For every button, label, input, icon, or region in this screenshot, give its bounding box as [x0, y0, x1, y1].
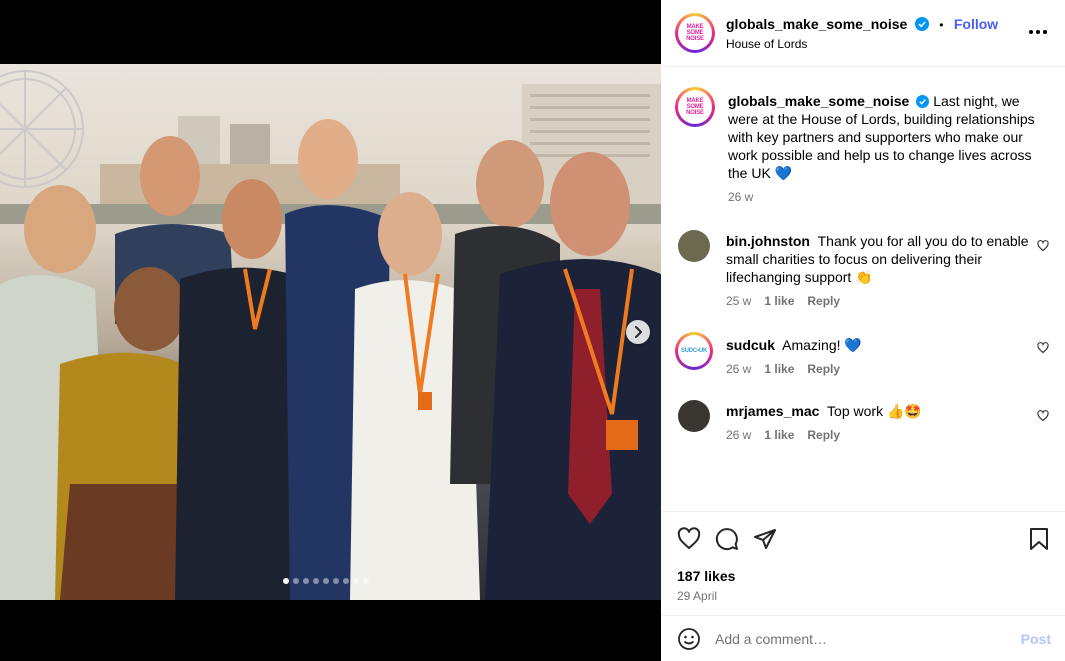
- commenter-avatar[interactable]: SUDC•UK: [675, 332, 713, 370]
- comment-row: mrjames_mac Top work 👍🤩 26 w 1 like Repl…: [675, 400, 1049, 444]
- caption-avatar-logo: MAKE SOME NOISE: [678, 90, 712, 124]
- heart-icon[interactable]: [1037, 410, 1049, 422]
- chevron-right-icon: [635, 326, 642, 338]
- carousel-dot: [303, 578, 309, 584]
- share-button[interactable]: [753, 527, 777, 551]
- comment-composer: Post: [661, 615, 1065, 661]
- carousel-dot: [343, 578, 349, 584]
- post-date: 29 April: [677, 589, 718, 603]
- emoji-icon[interactable]: [677, 627, 701, 651]
- post-actions: 187 likes 29 April: [661, 511, 1065, 603]
- heart-icon[interactable]: [1037, 342, 1049, 354]
- heart-icon[interactable]: [1037, 240, 1049, 252]
- carousel-dot: [353, 578, 359, 584]
- author-avatar-logo: MAKE SOME NOISE: [678, 16, 712, 50]
- next-slide-button[interactable]: [626, 320, 650, 344]
- comment-text: Top work 👍🤩: [827, 403, 922, 419]
- carousel-dot: [323, 578, 329, 584]
- follow-button[interactable]: Follow: [954, 16, 998, 32]
- comment-likes[interactable]: 1 like: [764, 426, 794, 444]
- comment-row: bin.johnston Thank you for all you do to…: [675, 230, 1049, 310]
- post-comment-button[interactable]: Post: [1021, 631, 1051, 647]
- comment-age: 25 w: [726, 294, 752, 308]
- bookmark-icon: [1030, 528, 1048, 550]
- caption-username[interactable]: globals_make_some_noise: [728, 93, 909, 109]
- like-button[interactable]: [677, 527, 701, 551]
- comment-username[interactable]: sudcuk: [726, 337, 775, 353]
- comment-icon: [715, 528, 738, 551]
- commenter-avatar[interactable]: [678, 230, 710, 262]
- verified-icon: [916, 95, 930, 108]
- reply-button[interactable]: Reply: [807, 292, 840, 310]
- header-separator: •: [939, 17, 944, 32]
- carousel-dot: [333, 578, 339, 584]
- caption-avatar[interactable]: MAKE SOME NOISE: [675, 87, 715, 127]
- comment-button[interactable]: [715, 527, 739, 551]
- comment-text: Amazing! 💙: [782, 337, 862, 353]
- post-side-panel: MAKE SOME NOISE globals_make_some_noise …: [661, 0, 1065, 661]
- post-header: MAKE SOME NOISE globals_make_some_noise …: [661, 0, 1065, 67]
- post-location[interactable]: House of Lords: [726, 37, 998, 51]
- caption-age: 26 w: [728, 190, 754, 204]
- carousel-indicator: [283, 578, 369, 584]
- comment-row: SUDC•UK sudcuk Amazing! 💙 26 w 1 like Re…: [675, 332, 1049, 378]
- comment-likes[interactable]: 1 like: [764, 360, 794, 378]
- like-count[interactable]: 187 likes: [677, 568, 1049, 584]
- author-username[interactable]: globals_make_some_noise: [726, 16, 907, 32]
- post-photo: [0, 64, 661, 600]
- group-photo-illustration: [0, 70, 661, 600]
- reply-button[interactable]: Reply: [807, 426, 840, 444]
- carousel-dot: [313, 578, 319, 584]
- carousel-dot: [293, 578, 299, 584]
- more-icon: [1029, 30, 1033, 34]
- caption-row: MAKE SOME NOISE globals_make_some_noise …: [675, 87, 1049, 206]
- commenter-avatar[interactable]: [678, 400, 710, 432]
- commenter-avatar-logo: SUDC•UK: [678, 335, 710, 367]
- comment-age: 26 w: [726, 362, 752, 376]
- carousel-dot: [283, 578, 289, 584]
- comment-input[interactable]: [715, 630, 1021, 647]
- comment-username[interactable]: bin.johnston: [726, 233, 810, 249]
- post-media: [0, 0, 661, 661]
- heart-icon: [677, 527, 701, 549]
- comment-likes[interactable]: 1 like: [764, 292, 794, 310]
- comment-age: 26 w: [726, 428, 752, 442]
- save-button[interactable]: [1029, 527, 1049, 551]
- carousel-dot: [363, 578, 369, 584]
- share-icon: [754, 529, 776, 549]
- comment-username[interactable]: mrjames_mac: [726, 403, 819, 419]
- reply-button[interactable]: Reply: [807, 360, 840, 378]
- author-avatar[interactable]: MAKE SOME NOISE: [675, 13, 715, 53]
- verified-icon: [914, 16, 929, 31]
- more-options-button[interactable]: [1029, 30, 1047, 34]
- comments-list: MAKE SOME NOISE globals_make_some_noise …: [661, 67, 1065, 511]
